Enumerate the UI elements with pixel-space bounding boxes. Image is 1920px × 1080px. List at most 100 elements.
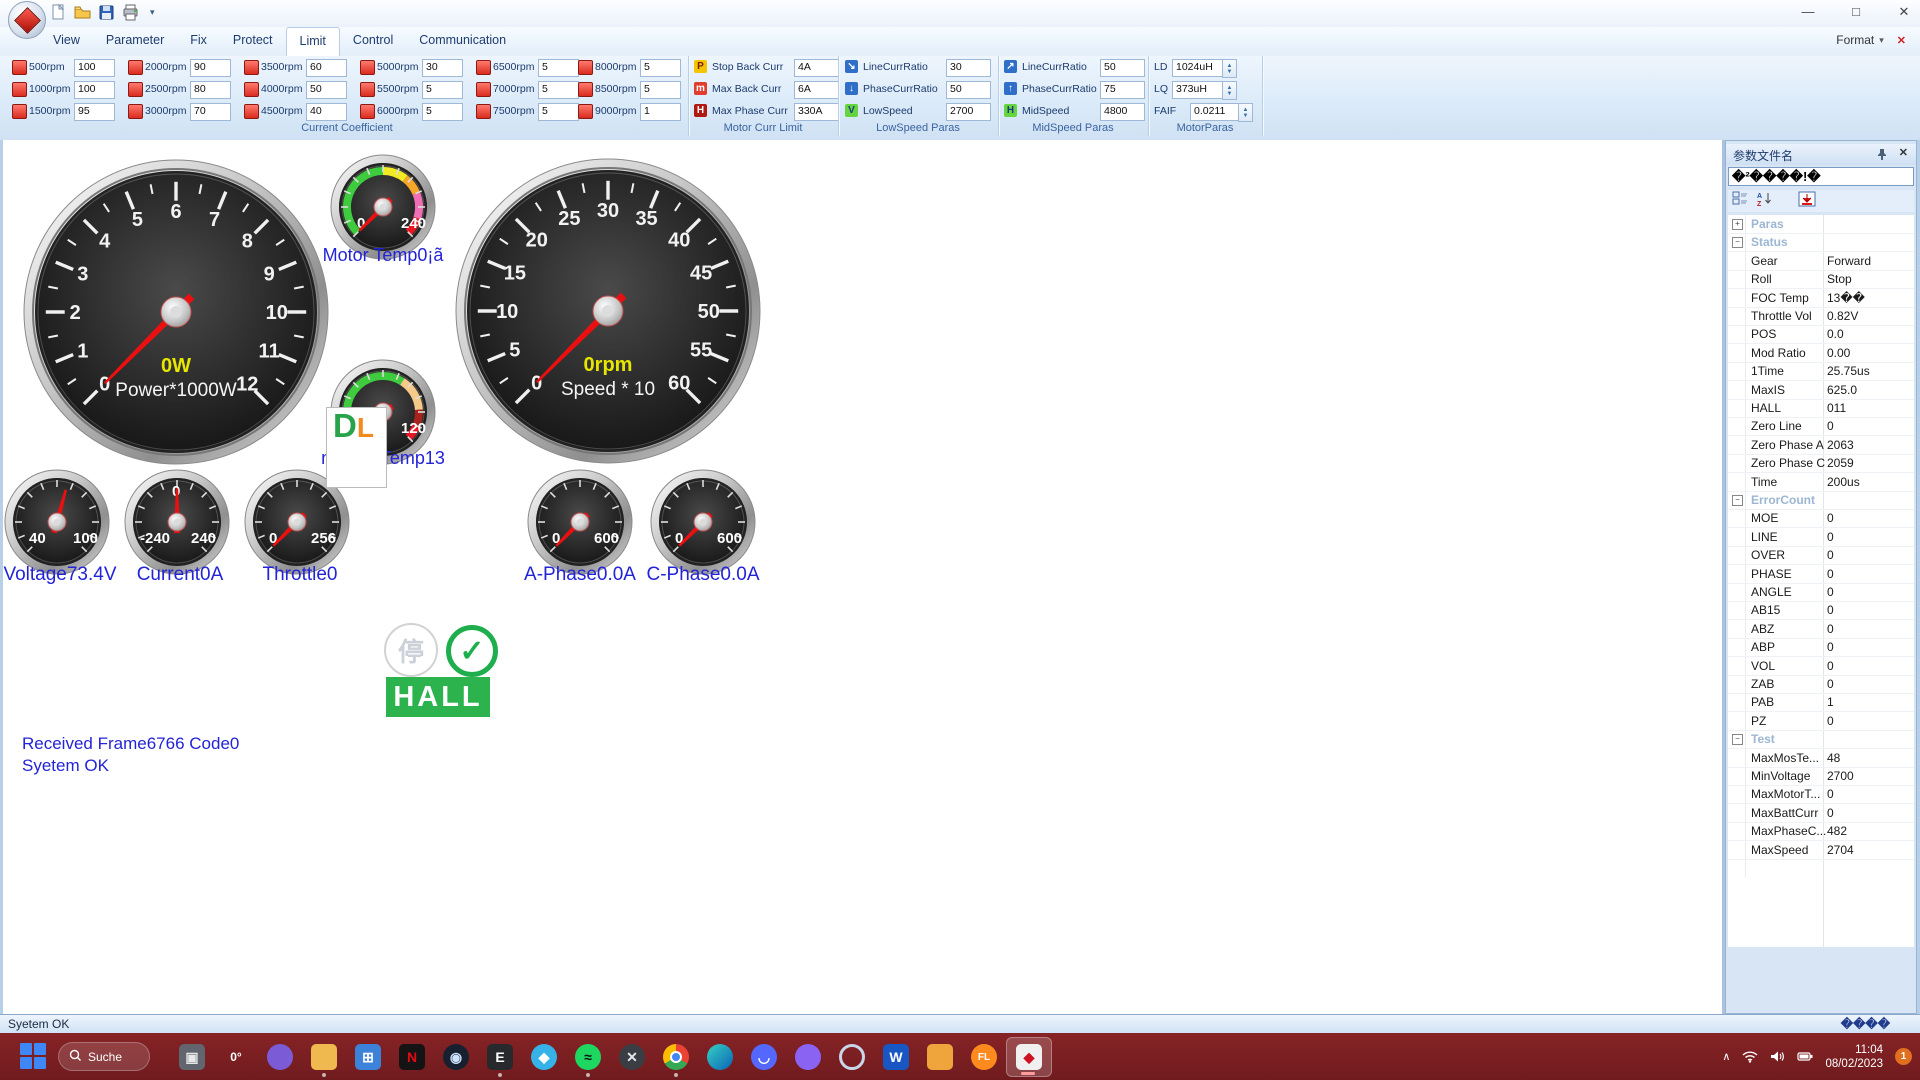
property-row[interactable]: PHASE0 bbox=[1728, 565, 1914, 584]
coeff-input-3000rpm[interactable]: 70 bbox=[190, 103, 231, 121]
format-menu[interactable]: Format bbox=[1836, 33, 1874, 47]
property-value[interactable]: 0.00 bbox=[1827, 346, 1850, 360]
property-row[interactable]: Mod Ratio0.00 bbox=[1728, 344, 1914, 363]
parameter-filename-input[interactable]: �²����!� bbox=[1728, 167, 1914, 186]
property-value[interactable]: 2063 bbox=[1827, 438, 1854, 452]
coeff-toggle-2500rpm[interactable] bbox=[128, 82, 143, 97]
coeff-toggle-4000rpm[interactable] bbox=[244, 82, 259, 97]
property-row[interactable]: MaxSpeed2704 bbox=[1728, 841, 1914, 860]
weather-icon[interactable]: 0° bbox=[214, 1037, 258, 1077]
motorparas-input-LQ[interactable]: 373uH bbox=[1172, 81, 1225, 99]
new-document-icon[interactable] bbox=[50, 4, 67, 21]
property-value[interactable]: 200us bbox=[1827, 475, 1860, 489]
coeff-input-4000rpm[interactable]: 50 bbox=[306, 81, 347, 99]
coeff-input-2000rpm[interactable]: 90 bbox=[190, 59, 231, 77]
coeff-input-7000rpm[interactable]: 5 bbox=[538, 81, 579, 99]
steam-icon[interactable]: ◉ bbox=[434, 1037, 478, 1077]
coeff-toggle-5000rpm[interactable] bbox=[360, 60, 375, 75]
save-icon[interactable] bbox=[98, 4, 115, 21]
motor-curr-input-0[interactable]: 4A bbox=[794, 59, 839, 77]
coeff-toggle-5500rpm[interactable] bbox=[360, 82, 375, 97]
coeff-input-4500rpm[interactable]: 40 bbox=[306, 103, 347, 121]
property-row[interactable]: 1Time25.75us bbox=[1728, 362, 1914, 381]
coeff-toggle-7000rpm[interactable] bbox=[476, 82, 491, 97]
motor-app-icon[interactable]: ◆ bbox=[1006, 1037, 1052, 1077]
coeff-input-2500rpm[interactable]: 80 bbox=[190, 81, 231, 99]
notification-badge[interactable]: 1 bbox=[1895, 1048, 1912, 1065]
start-button[interactable] bbox=[20, 1043, 46, 1069]
property-value[interactable]: 2704 bbox=[1827, 843, 1854, 857]
property-row[interactable]: PZ0 bbox=[1728, 712, 1914, 731]
open-folder-icon[interactable] bbox=[74, 4, 91, 21]
coeff-toggle-8500rpm[interactable] bbox=[578, 82, 593, 97]
property-row[interactable]: Zero Line0 bbox=[1728, 417, 1914, 436]
coeff-input-9000rpm[interactable]: 1 bbox=[640, 103, 681, 121]
property-row[interactable]: MinVoltage2700 bbox=[1728, 767, 1914, 786]
lowspeed-input-0[interactable]: 30 bbox=[946, 59, 991, 77]
property-row[interactable]: MaxBattCurr0 bbox=[1728, 804, 1914, 823]
property-value[interactable]: 0 bbox=[1827, 787, 1834, 801]
document-close-icon[interactable]: ✕ bbox=[1897, 34, 1906, 47]
coeff-toggle-6000rpm[interactable] bbox=[360, 104, 375, 119]
volume-icon[interactable] bbox=[1770, 1050, 1785, 1063]
property-value[interactable]: 0.82V bbox=[1827, 309, 1858, 323]
maximize-button[interactable]: □ bbox=[1846, 4, 1866, 20]
property-row[interactable]: Time200us bbox=[1728, 473, 1914, 492]
coeff-toggle-1000rpm[interactable] bbox=[12, 82, 27, 97]
property-value[interactable]: 0 bbox=[1827, 677, 1834, 691]
ring-app-icon[interactable] bbox=[830, 1037, 874, 1077]
property-row[interactable]: Zero Phase C2059 bbox=[1728, 454, 1914, 473]
property-value[interactable]: 1 bbox=[1827, 695, 1834, 709]
chevron-down-icon[interactable]: ▾ bbox=[1879, 35, 1884, 46]
coeff-input-3500rpm[interactable]: 60 bbox=[306, 59, 347, 77]
property-row[interactable]: MaxMosTe...48 bbox=[1728, 749, 1914, 768]
section-paras[interactable]: +Paras bbox=[1728, 215, 1914, 234]
property-value[interactable]: 0 bbox=[1827, 806, 1834, 820]
collapse-icon[interactable]: − bbox=[1732, 237, 1743, 248]
property-row[interactable]: MaxPhaseC...482 bbox=[1728, 822, 1914, 841]
coeff-input-1500rpm[interactable]: 95 bbox=[74, 103, 115, 121]
lowspeed-input-1[interactable]: 50 bbox=[946, 81, 991, 99]
motorparas-input-FAIF[interactable]: 0.0211 bbox=[1190, 103, 1241, 121]
property-value[interactable]: 0 bbox=[1827, 585, 1834, 599]
expand-icon[interactable]: + bbox=[1732, 219, 1743, 230]
property-value[interactable]: 0 bbox=[1827, 548, 1834, 562]
section-errorcount[interactable]: −ErrorCount bbox=[1728, 491, 1914, 510]
coeff-toggle-1500rpm[interactable] bbox=[12, 104, 27, 119]
coeff-input-5000rpm[interactable]: 30 bbox=[422, 59, 463, 77]
wifi-icon[interactable] bbox=[1742, 1050, 1758, 1063]
motor-curr-input-2[interactable]: 330A bbox=[794, 103, 839, 121]
search-input[interactable]: Suche bbox=[58, 1042, 150, 1071]
property-value[interactable]: 2059 bbox=[1827, 456, 1854, 470]
violet-app-icon[interactable] bbox=[786, 1037, 830, 1077]
lowspeed-input-2[interactable]: 2700 bbox=[946, 103, 991, 121]
midspeed-input-0[interactable]: 50 bbox=[1100, 59, 1145, 77]
motorparas-input-LD[interactable]: 1024uH bbox=[1172, 59, 1225, 77]
property-row[interactable]: Throttle Vol0.82V bbox=[1728, 307, 1914, 326]
property-value[interactable]: 2700 bbox=[1827, 769, 1854, 783]
collapse-icon[interactable]: − bbox=[1732, 734, 1743, 745]
coeff-toggle-9000rpm[interactable] bbox=[578, 104, 593, 119]
property-row[interactable]: ANGLE0 bbox=[1728, 583, 1914, 602]
tab-limit[interactable]: Limit bbox=[286, 27, 340, 57]
coeff-input-7500rpm[interactable]: 5 bbox=[538, 103, 579, 121]
property-value[interactable]: 0 bbox=[1827, 603, 1834, 617]
epic-games-icon[interactable]: E bbox=[478, 1037, 522, 1077]
fl-studio-icon[interactable]: FL bbox=[962, 1037, 1006, 1077]
property-value[interactable]: 0 bbox=[1827, 419, 1834, 433]
purple-app-icon[interactable] bbox=[258, 1037, 302, 1077]
tray-chevron-up-icon[interactable]: ∧ bbox=[1722, 1050, 1730, 1063]
property-value[interactable]: 0 bbox=[1827, 622, 1834, 636]
property-value[interactable]: 0 bbox=[1827, 530, 1834, 544]
chrome-icon[interactable] bbox=[654, 1037, 698, 1077]
property-value[interactable]: 0 bbox=[1827, 640, 1834, 654]
coeff-toggle-2000rpm[interactable] bbox=[128, 60, 143, 75]
property-row[interactable]: VOL0 bbox=[1728, 657, 1914, 676]
coeff-toggle-4500rpm[interactable] bbox=[244, 104, 259, 119]
app-logo-button[interactable] bbox=[8, 1, 46, 39]
property-row[interactable]: HALL011 bbox=[1728, 399, 1914, 418]
sort-az-icon[interactable]: AZ bbox=[1757, 191, 1773, 211]
property-value[interactable]: 011 bbox=[1827, 401, 1846, 415]
property-value[interactable]: 0.0 bbox=[1827, 327, 1844, 341]
dark-app-icon[interactable]: ✕ bbox=[610, 1037, 654, 1077]
